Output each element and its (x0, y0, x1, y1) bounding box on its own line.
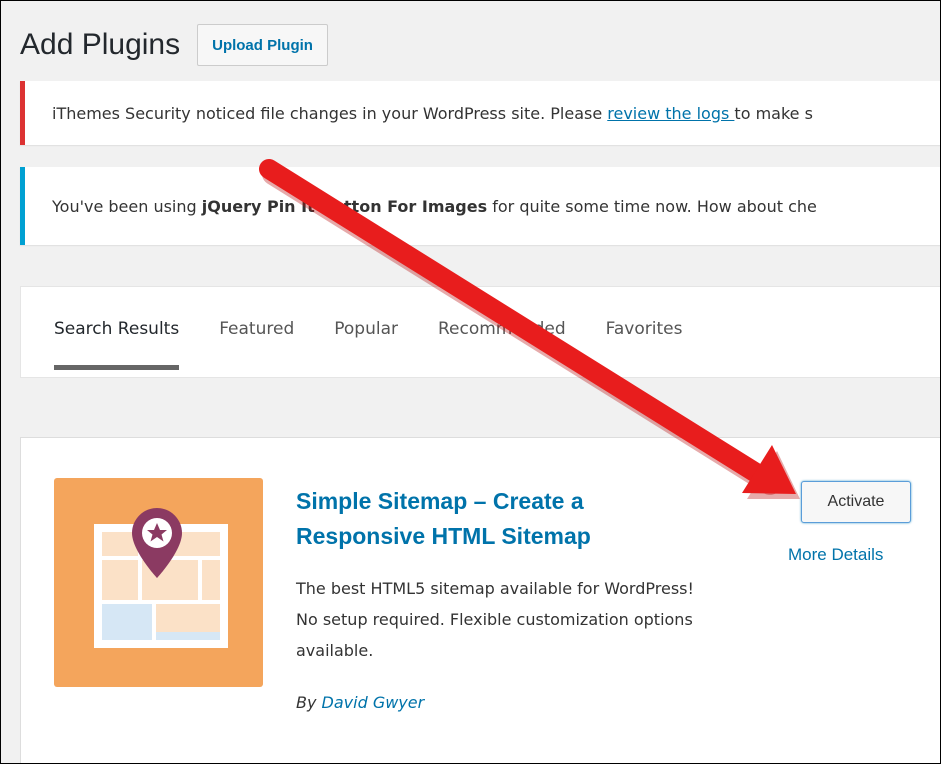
pinit-plugin-name: jQuery Pin It Button For Images (201, 196, 488, 216)
activate-button[interactable]: Activate (801, 481, 911, 523)
tab-search-results[interactable]: Search Results (54, 319, 180, 370)
sitemap-location-pin-icon[interactable] (54, 478, 263, 687)
page-header: Add Plugins Upload Plugin (20, 21, 328, 69)
plugin-author: By David Gwyer (296, 693, 425, 712)
author-link[interactable]: David Gwyer (322, 693, 425, 712)
plugin-name-link[interactable]: Simple Sitemap – Create a Responsive HTM… (296, 484, 716, 554)
plugin-card: Simple Sitemap – Create a Responsive HTM… (20, 437, 940, 763)
page-title: Add Plugins (20, 28, 181, 61)
pinit-notice: You've been using jQuery Pin It Button F… (20, 167, 940, 245)
tab-featured[interactable]: Featured (219, 319, 294, 363)
more-details-link[interactable]: More Details (788, 545, 883, 565)
plugin-filter-bar: Search Results Featured Popular Recommen… (20, 286, 940, 378)
tab-popular[interactable]: Popular (334, 319, 398, 363)
security-notice: iThemes Security noticed file changes in… (20, 81, 940, 145)
tab-recommended[interactable]: Recommended (438, 319, 566, 363)
tab-favorites[interactable]: Favorites (606, 319, 683, 363)
security-notice-text: iThemes Security noticed file changes in… (52, 103, 813, 123)
plugin-tabs: Search Results Featured Popular Recommen… (54, 319, 722, 370)
review-logs-link[interactable]: review the logs (607, 104, 734, 123)
plugin-description: The best HTML5 sitemap available for Wor… (296, 579, 694, 660)
wp-admin-window: Add Plugins Upload Plugin iThemes Securi… (0, 0, 941, 764)
pinit-notice-text: You've been using jQuery Pin It Button F… (52, 196, 817, 216)
upload-plugin-button[interactable]: Upload Plugin (197, 24, 328, 66)
